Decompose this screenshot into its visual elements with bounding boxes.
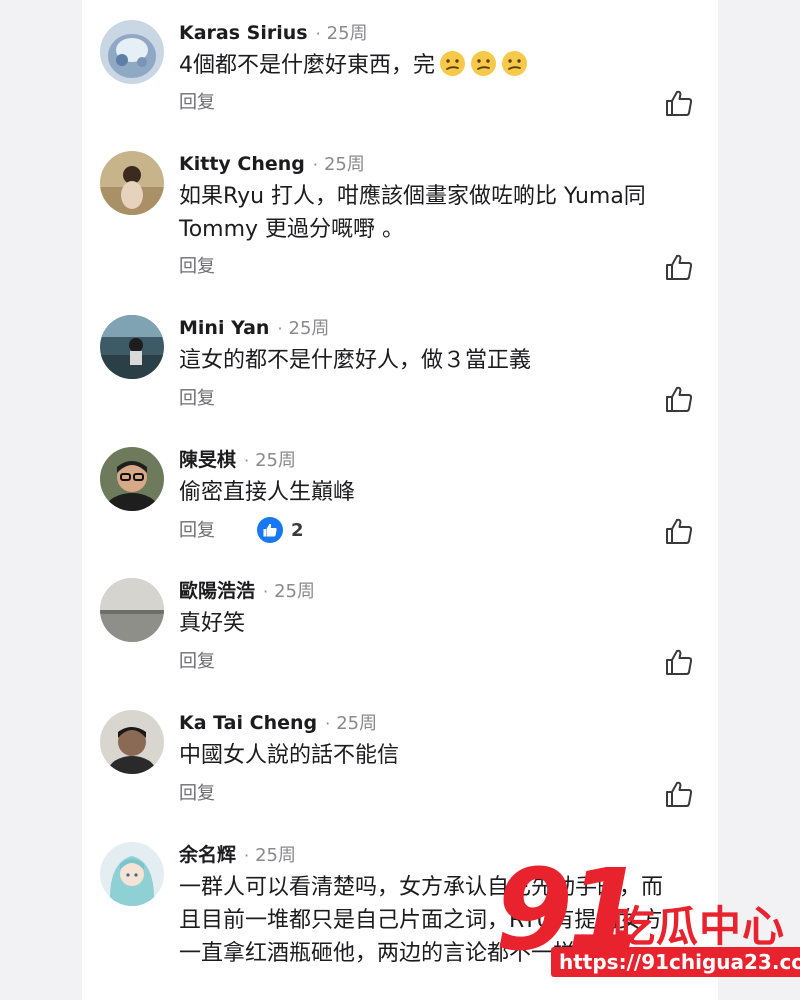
reaction-summary[interactable]: 2 xyxy=(257,516,304,544)
reply-button[interactable]: 回复 xyxy=(179,782,215,806)
separator-dot: · xyxy=(244,451,250,470)
like-reaction-icon xyxy=(257,517,283,543)
comment-author[interactable]: Ka Tai Cheng xyxy=(179,712,317,734)
comment-time: 25周 xyxy=(326,23,368,44)
avatar[interactable] xyxy=(100,315,164,379)
thumbs-up-icon[interactable] xyxy=(664,252,694,282)
separator-dot: · xyxy=(312,155,318,174)
avatar[interactable] xyxy=(100,20,164,84)
comment-text: 如果Ryu 打人，咁應該個畫家做咗啲比 Yuma同 Tommy 更過分嘅嘢 。 xyxy=(179,184,646,242)
comment-header: 余名辉 · 25周 xyxy=(179,842,296,868)
comment-text: 中國女人說的話不能信 xyxy=(179,743,400,768)
comment-time: 25周 xyxy=(255,845,297,866)
comment-header: Karas Sirius · 25周 xyxy=(179,20,368,46)
reply-button[interactable]: 回复 xyxy=(179,255,215,279)
comment-author[interactable]: Mini Yan xyxy=(179,317,269,339)
comment-time: 25周 xyxy=(255,450,297,471)
confused-face-icon xyxy=(470,50,497,77)
confused-face-icon xyxy=(501,50,528,77)
reply-button[interactable]: 回复 xyxy=(179,519,215,543)
confused-face-icon xyxy=(439,50,466,77)
comment-text: 4個都不是什麼好東西，完 xyxy=(179,49,699,82)
thumbs-up-icon[interactable] xyxy=(664,516,694,546)
comment-author[interactable]: Kitty Cheng xyxy=(179,153,305,175)
reaction-count: 2 xyxy=(291,519,304,541)
avatar[interactable] xyxy=(100,842,164,906)
comment-header: Ka Tai Cheng · 25周 xyxy=(179,710,377,736)
separator-dot: · xyxy=(244,846,250,865)
avatar[interactable] xyxy=(100,151,164,215)
comment-header: Mini Yan · 25周 xyxy=(179,315,329,341)
comment-header: 陳旻棋 · 25周 xyxy=(179,447,296,473)
comment-text: 這女的都不是什麼好人，做３當正義 xyxy=(179,348,532,373)
thumbs-up-icon[interactable] xyxy=(664,647,694,677)
separator-dot: · xyxy=(277,319,283,338)
reply-button[interactable]: 回复 xyxy=(179,650,215,674)
thumbs-up-icon[interactable] xyxy=(664,88,694,118)
comment-header: Kitty Cheng · 25周 xyxy=(179,151,365,177)
comment-header: 歐陽浩浩 · 25周 xyxy=(179,578,315,604)
comment-author[interactable]: 余名辉 xyxy=(179,844,236,866)
comment-time: 25周 xyxy=(323,154,365,175)
reply-button[interactable]: 回复 xyxy=(179,387,215,411)
thumbs-up-icon[interactable] xyxy=(664,779,694,809)
comment-text-body: 4個都不是什麼好東西，完 xyxy=(179,53,435,78)
avatar[interactable] xyxy=(100,710,164,774)
comment-author[interactable]: Karas Sirius xyxy=(179,22,308,44)
comments-panel: Karas Sirius · 25周 4個都不是什麼好東西，完 回复 Kitty C… xyxy=(82,0,718,1000)
comment-time: 25周 xyxy=(288,318,330,339)
reply-button[interactable]: 回复 xyxy=(179,91,215,115)
thumbs-up-icon[interactable] xyxy=(664,384,694,414)
avatar[interactable] xyxy=(100,447,164,511)
comment-text: 偷密直接人生巔峰 xyxy=(179,480,356,505)
comment-author[interactable]: 歐陽浩浩 xyxy=(179,580,255,602)
separator-dot: · xyxy=(315,24,321,43)
comment-text: 一群人可以看清楚吗，女方承认自己先动手的，而且目前一堆都只是自己片面之词，RYU… xyxy=(179,875,664,966)
comment-time: 25周 xyxy=(274,581,316,602)
separator-dot: · xyxy=(263,582,269,601)
comment-author[interactable]: 陳旻棋 xyxy=(179,449,236,471)
separator-dot: · xyxy=(325,714,331,733)
comment-text: 真好笑 xyxy=(179,611,246,636)
avatar[interactable] xyxy=(100,578,164,642)
comment-time: 25周 xyxy=(336,713,378,734)
